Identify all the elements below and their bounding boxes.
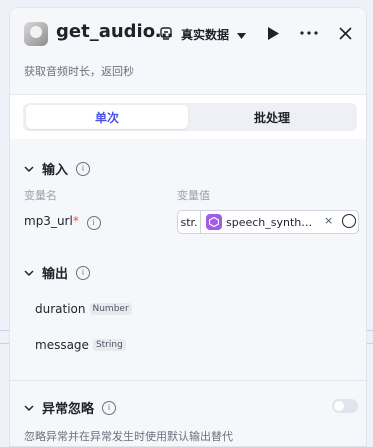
exception-section-header[interactable]: 异常忽略 i — [24, 398, 117, 417]
output-name: message — [35, 338, 89, 352]
output-item: message String — [35, 338, 126, 352]
chevron-down-icon — [24, 266, 34, 280]
required-mark: * — [72, 214, 79, 228]
node-description: 获取音频时长，返回秒 — [24, 65, 134, 78]
play-icon[interactable] — [263, 23, 283, 43]
variable-reference-chip[interactable]: speech_synth… — [206, 213, 312, 231]
variable-reference-label: speech_synth… — [226, 215, 313, 229]
param-mp3-url: mp3_url* i — [24, 214, 101, 230]
type-tag: str. — [178, 211, 201, 233]
canvas-edge-left — [0, 343, 9, 344]
col-header-name: 变量名 — [24, 189, 57, 202]
node-avatar — [24, 22, 48, 46]
chevron-down-icon — [24, 401, 34, 415]
canvas-edge-left — [0, 330, 9, 331]
panel-header: get_audio… 真实数据 获取音频时长，返回秒 — [10, 8, 366, 93]
param-value-field[interactable]: str. speech_synth… × — [177, 210, 359, 234]
node-test-panel: get_audio… 真实数据 获取音频时长，返回秒 单次 批处理 输入 i 变… — [9, 7, 367, 447]
close-icon[interactable] — [335, 23, 355, 43]
plugin-icon — [206, 214, 222, 230]
tab-batch[interactable]: 批处理 — [191, 105, 353, 129]
chevron-down-icon — [237, 28, 247, 42]
output-name: duration — [35, 302, 86, 316]
input-section-header[interactable]: 输入 i — [24, 159, 91, 178]
more-icon[interactable] — [299, 23, 319, 43]
variable-icon[interactable] — [342, 214, 356, 228]
output-type-tag: Number — [89, 303, 132, 315]
exception-section-title: 异常忽略 — [42, 402, 95, 417]
output-item: duration Number — [35, 302, 132, 316]
clear-icon[interactable]: × — [324, 214, 333, 227]
output-section-title: 输出 — [42, 267, 69, 282]
data-mode-select[interactable]: 真实数据 — [181, 26, 247, 43]
input-section-title: 输入 — [42, 163, 69, 178]
col-header-value: 变量值 — [177, 189, 210, 202]
cube-icon[interactable] — [156, 23, 176, 43]
info-icon[interactable]: i — [76, 161, 91, 176]
exception-ignore-toggle[interactable] — [332, 399, 358, 413]
info-icon[interactable]: i — [76, 265, 91, 280]
output-type-tag: String — [92, 339, 126, 351]
tab-single[interactable]: 单次 — [26, 105, 188, 129]
info-icon[interactable]: i — [86, 216, 101, 230]
output-section-header[interactable]: 输出 i — [24, 263, 91, 282]
param-name: mp3_url — [24, 214, 73, 228]
chevron-down-icon — [24, 162, 34, 176]
info-icon[interactable]: i — [102, 400, 117, 415]
mode-tabs: 单次 批处理 — [23, 103, 357, 131]
data-mode-label: 真实数据 — [181, 28, 230, 42]
exception-description: 忽略异常并在异常发生时使用默认输出替代 — [24, 430, 233, 443]
tabs-area: 单次 批处理 — [10, 94, 366, 140]
